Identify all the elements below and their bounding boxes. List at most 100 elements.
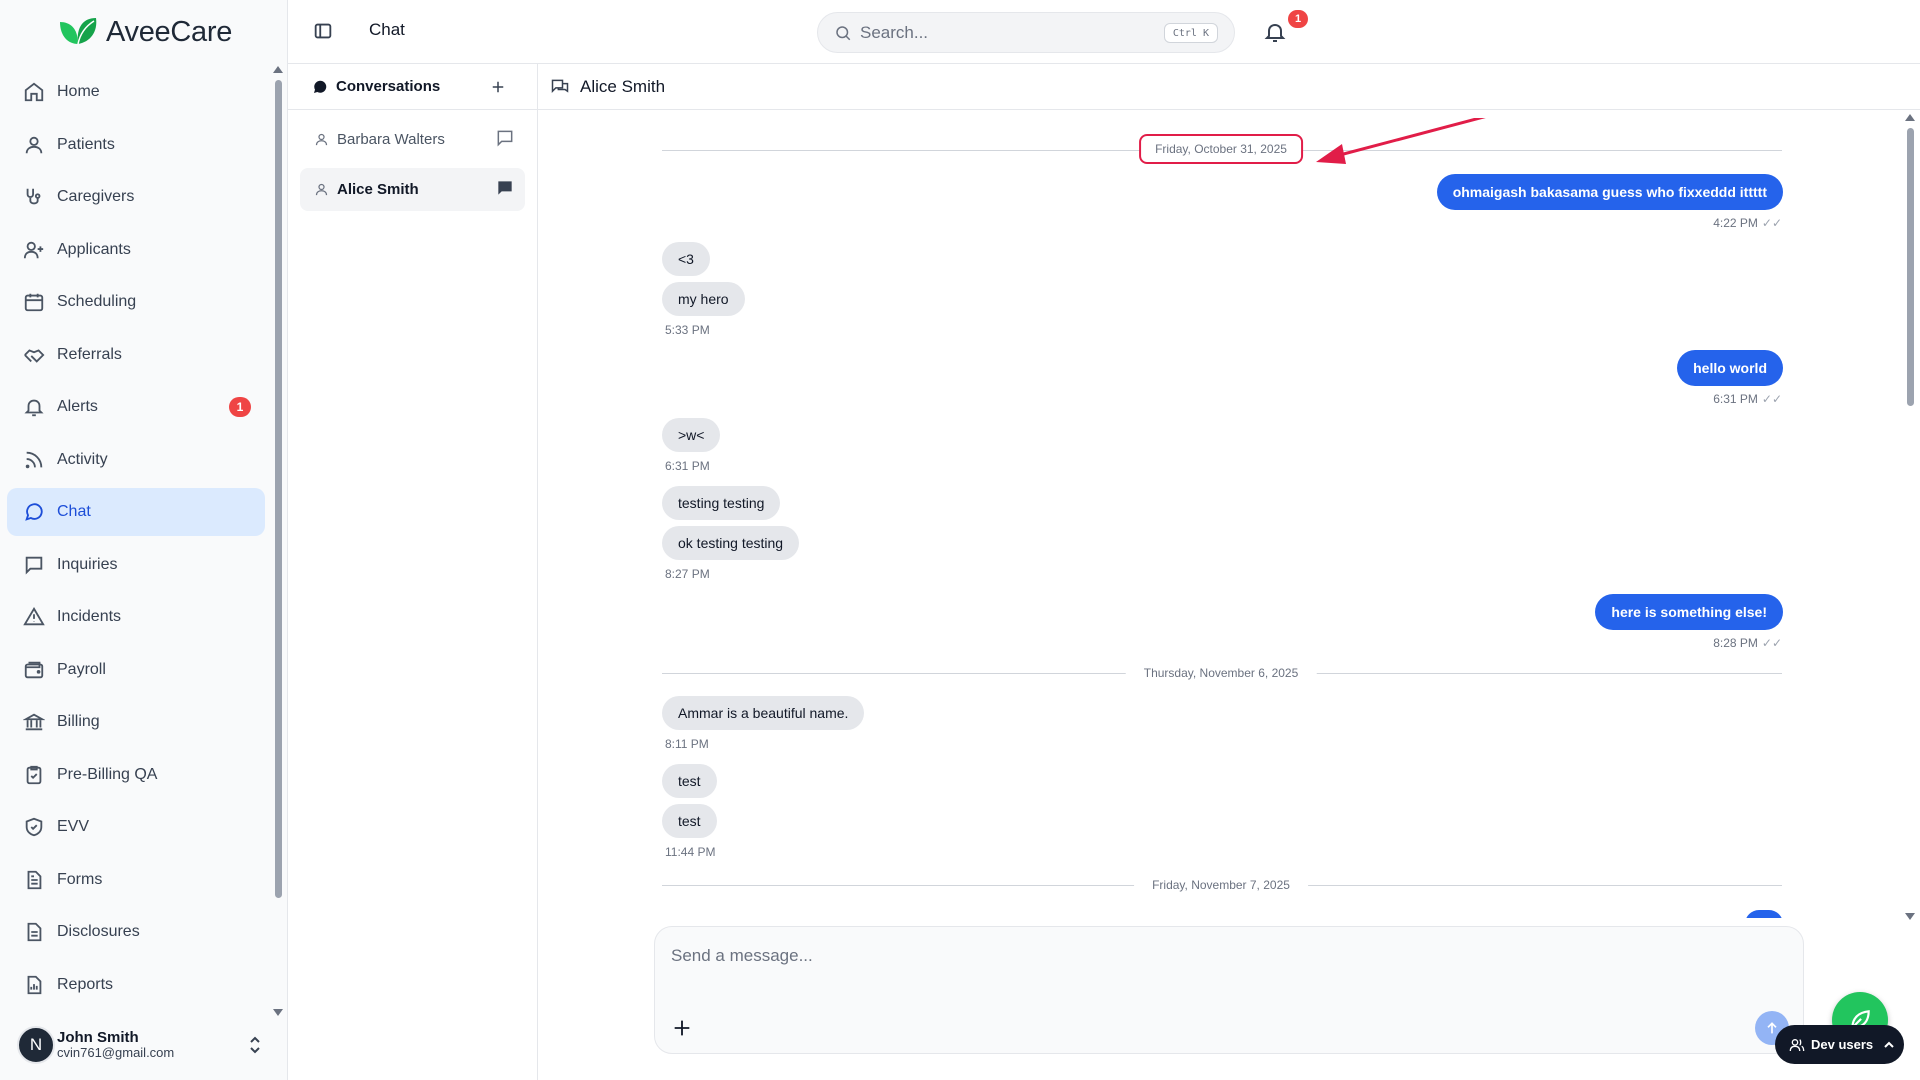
message-input[interactable]: [671, 941, 1671, 971]
read-receipt-icon: ✓✓: [1761, 392, 1782, 406]
search-shortcut-hint: Ctrl K: [1163, 23, 1218, 43]
users-icon: [1789, 1038, 1805, 1051]
sidebar-item-label: Home: [57, 83, 100, 100]
user-menu[interactable]: N John Smith cvin761@gmail.com: [17, 1022, 275, 1068]
sidebar-item-label: Billing: [57, 713, 100, 730]
message-time: 5:33 PM: [665, 323, 710, 337]
message-bubble-incoming[interactable]: Ammar is a beautiful name.: [662, 696, 865, 730]
message-list[interactable]: Friday, October 31, 2025 ohmaigash bakas…: [538, 110, 1920, 918]
top-bar: Chat Search... Ctrl K 1: [288, 0, 1920, 64]
new-conversation-plus-icon[interactable]: [489, 78, 507, 96]
sidebar-scrollbar[interactable]: [273, 66, 284, 1016]
message-bubble-incoming[interactable]: ok testing testing: [662, 526, 800, 560]
message-bubble-incoming[interactable]: testing testing: [662, 486, 781, 520]
chevron-up-icon: [1884, 1041, 1894, 1048]
read-receipt-icon: ✓✓: [1761, 636, 1782, 650]
bank-icon: [23, 713, 45, 731]
sidebar-item-scheduling[interactable]: Scheduling: [7, 278, 265, 326]
message-bubble-outgoing-partial[interactable]: [1745, 910, 1783, 918]
sidebar-item-payroll[interactable]: Payroll: [7, 646, 265, 694]
sidebar-item-label: Patients: [57, 135, 115, 153]
avatar: N: [17, 1026, 55, 1064]
conversation-item-alice-smith[interactable]: Alice Smith: [300, 168, 525, 211]
message-time: 6:31 PM: [665, 459, 710, 473]
attach-plus-icon[interactable]: [671, 1017, 693, 1039]
sidebar-item-alerts[interactable]: Alerts 1: [7, 383, 265, 431]
file-icon: [27, 922, 42, 942]
sidebar-item-label: Forms: [57, 870, 103, 888]
conversations-title: Conversations: [336, 78, 441, 95]
message-bubble-outgoing[interactable]: here is something else!: [1595, 594, 1783, 630]
user-email: cvin761@gmail.com: [57, 1045, 175, 1061]
home-icon: [24, 82, 44, 102]
sidebar-item-evv[interactable]: EVV: [7, 803, 265, 851]
scroll-down-arrow-icon[interactable]: [273, 1009, 283, 1016]
message-circle-icon: [25, 503, 43, 521]
message-meta: 4:22 PM ✓✓: [1713, 216, 1782, 230]
user-name: John Smith: [57, 1028, 139, 1046]
sidebar-item-home[interactable]: Home: [7, 68, 265, 116]
sidebar-item-referrals[interactable]: Referrals: [7, 331, 265, 379]
message-time: 8:27 PM: [665, 567, 710, 581]
message-bubble-incoming[interactable]: test: [662, 764, 717, 798]
message-square-icon: [25, 556, 43, 575]
sidebar-item-label: Incidents: [57, 608, 122, 625]
scroll-up-arrow-icon[interactable]: [1905, 114, 1915, 121]
sidebar-item-label: Chat: [57, 503, 91, 520]
sidebar-item-patients[interactable]: Patients: [7, 121, 265, 169]
sidebar-item-label: Referrals: [57, 345, 122, 363]
sidebar-item-label: EVV: [57, 818, 90, 835]
message-bubble-incoming[interactable]: test: [662, 804, 717, 838]
sidebar-item-label: Inquiries: [57, 555, 118, 573]
sidebar-item-incidents[interactable]: Incidents: [7, 593, 265, 641]
sidebar: AveeCare Home Patients Caregivers Applic…: [0, 0, 288, 1080]
scroll-up-arrow-icon[interactable]: [273, 66, 283, 73]
clipboard-check-icon: [26, 765, 42, 784]
scroll-down-arrow-icon[interactable]: [1905, 913, 1915, 920]
app-logo[interactable]: AveeCare: [56, 14, 232, 50]
conversation-name: Barbara Walters: [337, 131, 445, 148]
message-circle-icon: [314, 80, 327, 93]
file-text-icon: [27, 870, 42, 889]
message-bubble-outgoing[interactable]: hello world: [1677, 350, 1783, 386]
sidebar-item-pre-billing-qa[interactable]: Pre-Billing QA: [7, 751, 265, 799]
user-icon: [315, 133, 328, 146]
sidebar-item-caregivers[interactable]: Caregivers: [7, 173, 265, 221]
scrollbar-thumb[interactable]: [1907, 128, 1914, 406]
sidebar-item-reports[interactable]: Reports: [7, 961, 265, 1009]
sidebar-item-inquiries[interactable]: Inquiries: [7, 541, 265, 589]
message-time: 11:44 PM: [665, 845, 716, 859]
message-square-filled-icon: [498, 181, 512, 195]
sidebar-item-disclosures[interactable]: Disclosures: [7, 908, 265, 956]
sidebar-item-applicants[interactable]: Applicants: [7, 226, 265, 274]
search-placeholder: Search...: [860, 22, 929, 42]
sidebar-item-label: Activity: [57, 450, 108, 468]
chat-scrollbar[interactable]: [1905, 114, 1916, 920]
user-icon: [315, 183, 328, 196]
sidebar-item-activity[interactable]: Activity: [7, 436, 265, 484]
shield-check-icon: [25, 817, 43, 837]
messages-icon: [551, 79, 569, 93]
notifications-bell-icon[interactable]: [1263, 20, 1287, 44]
sidebar-item-label: Applicants: [57, 240, 131, 258]
message-bubble-incoming[interactable]: <3: [662, 242, 710, 276]
sidebar-item-chat[interactable]: Chat: [7, 488, 265, 536]
dev-users-button[interactable]: Dev users: [1775, 1025, 1904, 1064]
message-time: 4:22 PM: [1713, 216, 1758, 230]
sidebar-item-label: Payroll: [57, 660, 106, 678]
chat-header: Alice Smith: [538, 64, 1920, 110]
conversation-item-barbara-walters[interactable]: Barbara Walters: [300, 118, 525, 161]
notification-count-badge: 1: [1288, 10, 1308, 28]
chevrons-up-down-icon: [250, 1036, 260, 1054]
sidebar-item-billing[interactable]: Billing: [7, 698, 265, 746]
message-time: 8:28 PM: [1713, 636, 1758, 650]
sidebar-item-forms[interactable]: Forms: [7, 856, 265, 904]
message-bubble-incoming[interactable]: my hero: [662, 282, 745, 316]
message-composer: [654, 926, 1804, 1054]
sidebar-toggle-icon[interactable]: [312, 20, 334, 42]
search-input[interactable]: Search... Ctrl K: [817, 12, 1235, 53]
sidebar-nav: Home Patients Caregivers Applicants Sche…: [7, 68, 265, 1013]
alert-triangle-icon: [23, 606, 45, 626]
scrollbar-thumb[interactable]: [275, 80, 282, 898]
message-bubble-incoming[interactable]: >w<: [662, 418, 721, 452]
